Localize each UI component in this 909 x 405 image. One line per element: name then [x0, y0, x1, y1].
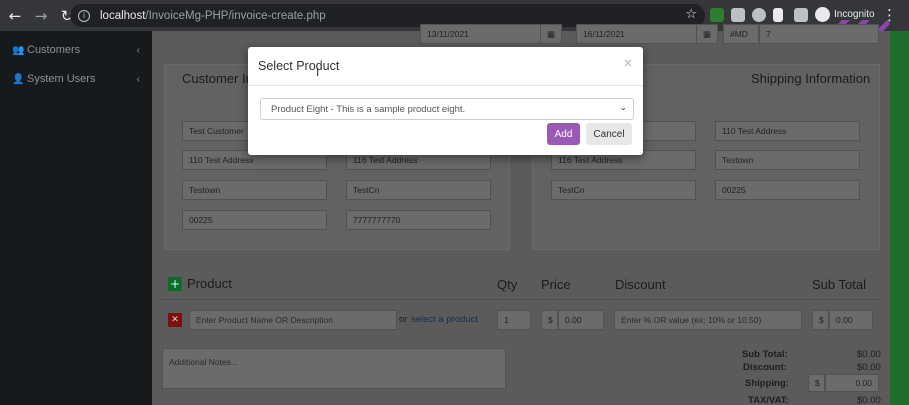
customer-town-field[interactable]: Testown: [182, 180, 327, 200]
cloud-extension-icon[interactable]: [752, 8, 766, 22]
add-item-button[interactable]: +: [168, 277, 182, 291]
url-host: localhost: [100, 9, 146, 22]
notes-placeholder: Additional Notes...: [169, 357, 238, 367]
totals-shipping-label: Shipping:: [745, 378, 789, 389]
invoice-prefix: #MD: [723, 24, 759, 44]
extension-icon[interactable]: [710, 8, 724, 22]
shipping-town-field[interactable]: Testown: [715, 150, 860, 170]
totals-subtotal-value: $0.00: [857, 349, 881, 360]
select-product-link[interactable]: select a product: [411, 314, 478, 325]
invoice-date-field[interactable]: 13/11/2021: [420, 24, 548, 44]
shipping-postcode-field[interactable]: 00225: [715, 180, 860, 200]
subtotal-value: 0.00: [836, 315, 853, 325]
modal-title: Select Product: [258, 59, 340, 73]
customer-address-1-value: 110 Test Address: [189, 155, 254, 165]
modal-divider: [248, 85, 643, 86]
discount-input-placeholder: Enter % OR value (ex: 10% or 10.50): [621, 315, 762, 325]
customer-phone-field[interactable]: 7777777770: [346, 210, 491, 230]
col-header-price: Price: [541, 277, 571, 292]
additional-notes-textarea[interactable]: Additional Notes...: [162, 348, 506, 389]
shipping-address-1-field[interactable]: 110 Test Address: [715, 121, 860, 141]
customer-postcode-field[interactable]: 00225: [182, 210, 327, 230]
sidebar: 👥 Customers ‹ 👤 System Users ‹: [0, 31, 152, 405]
price-currency: $: [541, 310, 558, 330]
totals-tax-label: TAX/VAT:: [748, 395, 789, 405]
invoice-number-value: 7: [766, 29, 771, 39]
shipping-cost-input[interactable]: 0.00: [825, 374, 879, 392]
users-icon: 👥: [12, 45, 25, 56]
subtotal-currency-symbol: $: [819, 315, 824, 325]
delete-item-button[interactable]: ✕: [168, 313, 182, 327]
col-header-discount: Discount: [615, 277, 666, 292]
shipping-heading: Shipping Information: [751, 71, 871, 86]
shipping-county-field[interactable]: TestCn: [551, 180, 696, 200]
chevron-left-icon: ‹: [136, 44, 140, 56]
customer-address-2-value: 116 Test Address: [353, 155, 418, 165]
shipping-postcode-value: 00225: [722, 185, 746, 195]
chevron-left-icon: ‹: [136, 73, 140, 85]
sidebar-item-label: System Users: [27, 73, 96, 85]
col-header-product: Product: [187, 276, 232, 291]
subtotal-currency: $: [812, 310, 829, 330]
add-button[interactable]: Add: [547, 123, 580, 145]
shipping-currency-symbol: $: [815, 378, 820, 388]
price-currency-symbol: $: [548, 315, 553, 325]
customer-phone-value: 7777777770: [353, 215, 401, 225]
invoice-date-value: 13/11/2021: [427, 29, 469, 39]
url-path: /InvoiceMg-PHP/invoice-create.php: [145, 9, 326, 22]
camera-extension-icon[interactable]: [731, 8, 745, 22]
product-select-value: Product Eight - This is a sample product…: [271, 103, 466, 115]
site-info-icon[interactable]: i: [78, 9, 90, 22]
select-product-modal: Select Product × Product Eight - This is…: [248, 47, 643, 155]
bookmark-star-icon[interactable]: ☆: [685, 7, 697, 22]
close-icon[interactable]: ×: [623, 56, 633, 70]
product-select[interactable]: Product Eight - This is a sample product…: [260, 98, 634, 120]
col-header-subtotal: Sub Total: [812, 277, 866, 292]
col-header-qty: Qty: [497, 277, 518, 292]
invoice-number-field[interactable]: 7: [759, 24, 879, 44]
product-input[interactable]: Enter Product Name OR Description: [189, 310, 397, 330]
invoice-prefix-value: #MD: [730, 29, 748, 39]
customer-county-value: TestCn: [353, 185, 380, 195]
forward-icon[interactable]: →: [30, 5, 52, 27]
totals-discount-value: $0.00: [857, 362, 881, 373]
due-date-value: 16/11/2021: [583, 29, 625, 39]
pen-extension-icon[interactable]: [773, 8, 783, 22]
totals-subtotal-label: Sub Total:: [742, 349, 788, 360]
due-date-calendar-icon[interactable]: ▦: [696, 24, 718, 44]
customer-name-value: Test Customer: [189, 126, 244, 136]
customer-postcode-value: 00225: [189, 215, 213, 225]
price-value: 0.00: [565, 315, 582, 325]
or-text: or: [399, 314, 408, 325]
sidebar-item-system-users[interactable]: 👤 System Users ‹: [12, 73, 140, 85]
qty-value: 1: [504, 315, 509, 325]
shipping-county-value: TestCn: [558, 185, 585, 195]
qty-input[interactable]: 1: [497, 310, 531, 330]
user-icon: 👤: [12, 74, 25, 85]
totals-discount-label: Discount:: [743, 362, 787, 373]
text-cursor-icon: I: [316, 66, 320, 79]
invoice-date-calendar-icon[interactable]: ▦: [540, 24, 562, 44]
back-icon[interactable]: ←: [4, 5, 26, 27]
subtotal-field: 0.00: [829, 310, 873, 330]
totals-tax-value: $0.00: [857, 395, 881, 405]
cancel-button[interactable]: Cancel: [586, 123, 632, 145]
shipping-currency: $: [808, 374, 825, 392]
customer-heading: Customer In: [182, 71, 253, 86]
customer-county-field[interactable]: TestCn: [346, 180, 491, 200]
shipping-address-1-value: 110 Test Address: [722, 126, 787, 136]
shipping-town-value: Testown: [722, 155, 754, 165]
shipping-address-2-value: 116 Test Address: [558, 155, 623, 165]
right-accent-bar: [890, 31, 909, 405]
customer-town-value: Testown: [189, 185, 221, 195]
sidebar-item-customers[interactable]: 👥 Customers ‹: [12, 44, 140, 56]
shipping-cost-value: 0.00: [855, 378, 872, 388]
chevron-down-icon: ⌄: [619, 103, 627, 113]
due-date-field[interactable]: 16/11/2021: [576, 24, 704, 44]
table-divider: [162, 299, 880, 300]
product-input-placeholder: Enter Product Name OR Description: [196, 315, 333, 325]
sidebar-item-label: Customers: [27, 44, 81, 56]
discount-input[interactable]: Enter % OR value (ex: 10% or 10.50): [614, 310, 802, 330]
price-input[interactable]: 0.00: [558, 310, 604, 330]
